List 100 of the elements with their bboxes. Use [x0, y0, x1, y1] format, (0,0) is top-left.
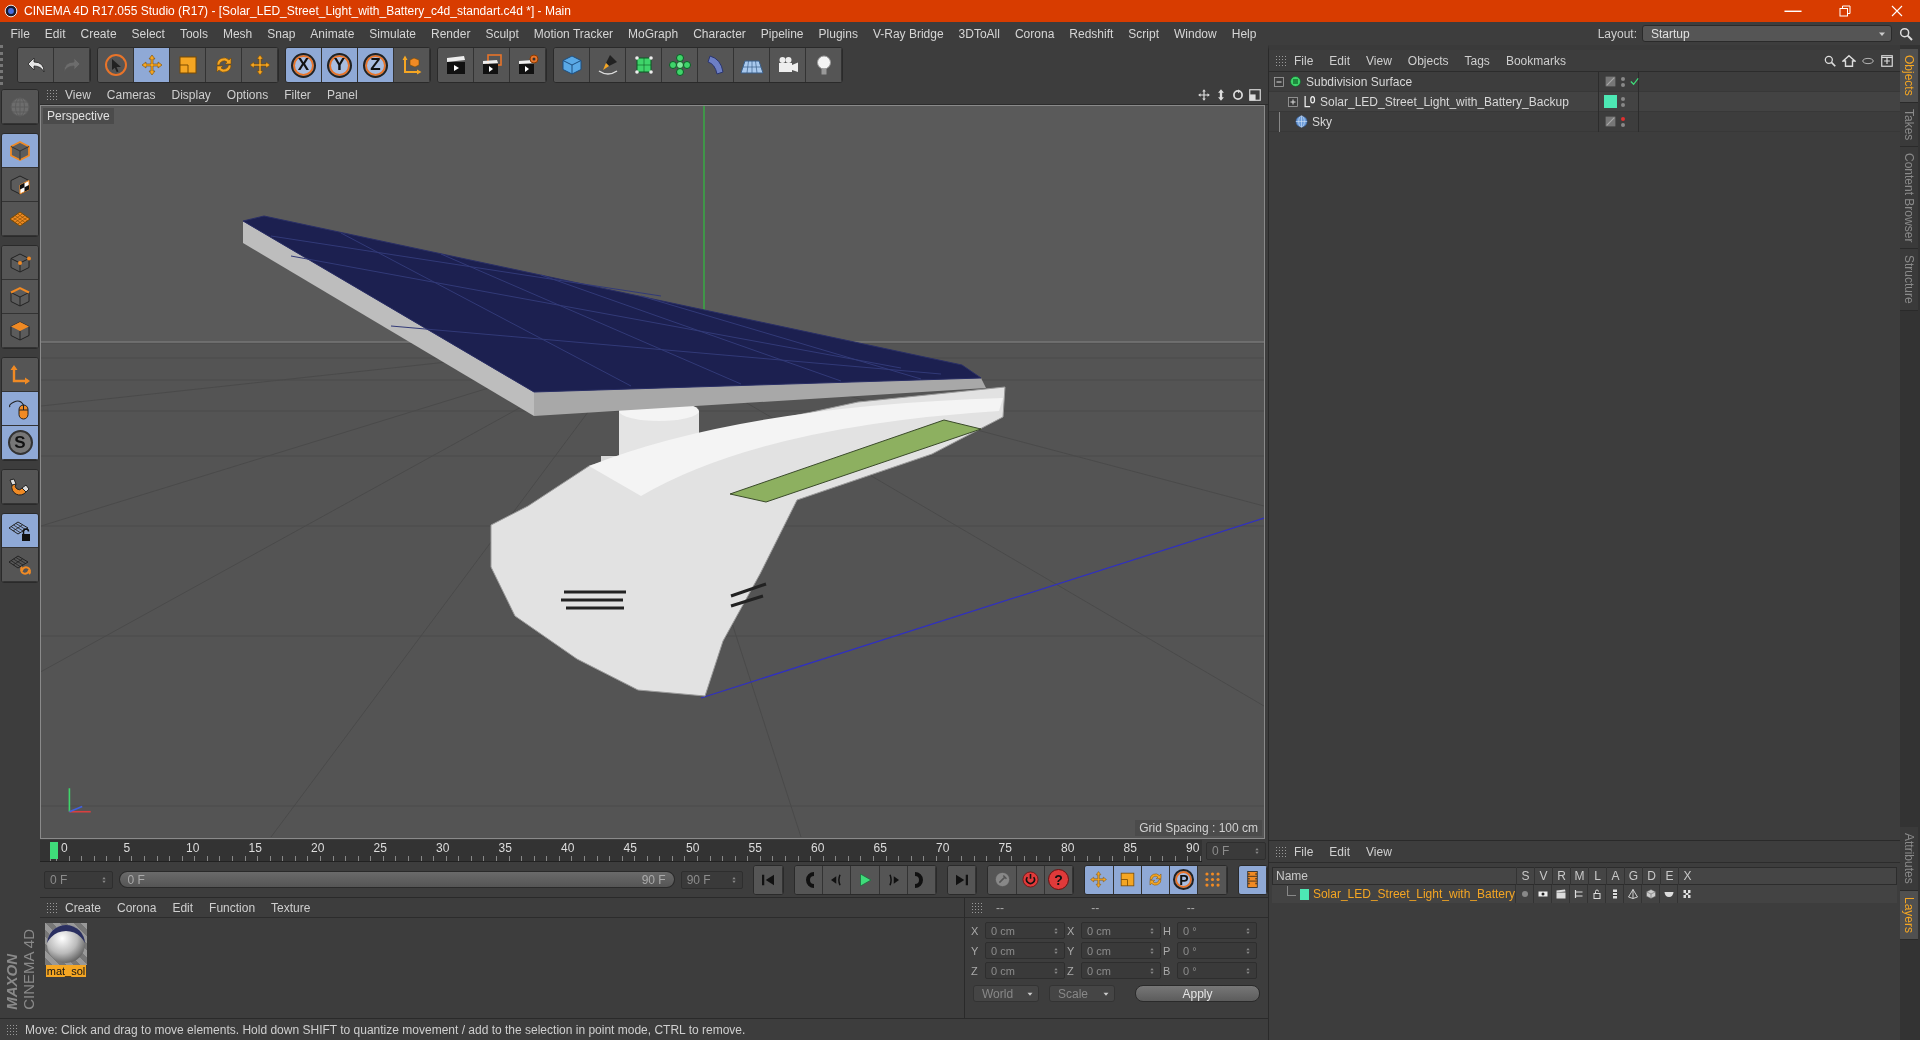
column-header[interactable]: Name [1273, 869, 1516, 883]
menu-item[interactable]: Display [163, 87, 219, 102]
home-icon[interactable] [1842, 53, 1856, 68]
previous-key-button[interactable] [794, 865, 823, 894]
render-view-button[interactable] [438, 48, 474, 82]
menu-item[interactable]: Create [73, 26, 125, 41]
panel-tab[interactable]: Objects [1900, 49, 1918, 103]
apply-button[interactable]: Apply [1135, 985, 1260, 1002]
menu-item[interactable]: V-Ray Bridge [865, 26, 952, 41]
menu-item[interactable]: File [1286, 844, 1322, 859]
menu-item[interactable]: Function [201, 900, 264, 915]
menu-item[interactable]: Corona [109, 900, 165, 915]
material-name[interactable]: mat_sol [45, 965, 87, 977]
menu-item[interactable]: Options [218, 87, 277, 102]
menu-item[interactable]: View [1358, 844, 1400, 859]
hierarchy-icon[interactable] [1572, 888, 1585, 900]
checkmark-icon[interactable] [1629, 76, 1640, 87]
menu-item[interactable]: Edit [37, 26, 74, 41]
points-mode-button[interactable] [2, 246, 38, 280]
position-field[interactable]: 0 cm [985, 962, 1065, 979]
expand-box-icon[interactable] [1287, 95, 1299, 108]
menu-item[interactable]: View [1358, 53, 1400, 68]
menu-item[interactable]: Bookmarks [1497, 53, 1574, 68]
menu-item[interactable]: Simulate [361, 26, 424, 41]
search-icon[interactable] [1823, 53, 1837, 68]
move-key-button[interactable] [1085, 865, 1114, 894]
menu-item[interactable]: Corona [1007, 26, 1062, 41]
menu-item[interactable]: Tags [1456, 53, 1498, 68]
material-thumbnail[interactable] [45, 923, 87, 965]
axis-lock-button[interactable]: Z [358, 48, 394, 82]
object-mode-button[interactable] [2, 134, 38, 168]
menu-item[interactable]: Tools [172, 26, 216, 41]
size-field[interactable]: 0 cm [1081, 922, 1161, 939]
menu-item[interactable]: Motion Tracker [526, 26, 621, 41]
move-view-icon[interactable] [1197, 87, 1211, 102]
new-panel-icon[interactable] [1880, 53, 1894, 68]
lock-workplane-button[interactable] [2, 514, 38, 548]
help-button[interactable]: ? [1045, 865, 1074, 894]
move-tool-button[interactable] [134, 48, 170, 82]
menu-item[interactable]: Edit [1321, 53, 1359, 68]
skip-to-start-button[interactable] [754, 865, 783, 894]
menu-item[interactable]: Redshift [1061, 26, 1121, 41]
menu-item[interactable]: Edit [1321, 844, 1359, 859]
scale-key-button[interactable] [1113, 865, 1142, 894]
menu-item[interactable]: 3DToAll [951, 26, 1008, 41]
rotate-view-icon[interactable] [1231, 87, 1245, 102]
visibility-dots[interactable] [1621, 76, 1625, 87]
soft-selection-button[interactable]: S [2, 426, 38, 460]
timeline-ruler[interactable]: 0 5 10 15 20 25 30 35 40 45 50 55 60 65 70 75 80 85 90 [40, 840, 1202, 862]
visibility-dots[interactable] [1621, 96, 1625, 107]
rotate-key-button[interactable] [1141, 865, 1171, 894]
menu-item[interactable]: Render [423, 26, 478, 41]
end-frame-field[interactable]: 90 F [680, 870, 744, 889]
menu-item[interactable]: Panel [318, 87, 366, 102]
skip-to-end-button[interactable] [948, 865, 977, 894]
menu-item[interactable]: Cameras [98, 87, 164, 102]
menu-item[interactable]: Plugins [811, 26, 866, 41]
menu-item[interactable]: Texture [263, 900, 319, 915]
menu-item[interactable]: Mesh [215, 26, 260, 41]
menu-item[interactable]: MoGraph [620, 26, 686, 41]
collapse-box-icon[interactable] [1273, 75, 1285, 88]
menu-item[interactable]: Filter [276, 87, 319, 102]
position-key-button[interactable]: P [1170, 865, 1199, 894]
object-name[interactable]: Sky [1312, 114, 1332, 129]
layer-color-swatch[interactable] [1299, 888, 1309, 900]
timeline-button[interactable] [1238, 865, 1267, 894]
axis-lock-button[interactable]: X [286, 48, 322, 82]
size-field[interactable]: 0 cm [1081, 962, 1161, 979]
cube-object-button[interactable] [554, 48, 590, 82]
position-field[interactable]: 0 cm [985, 922, 1065, 939]
menu-item[interactable]: Window [1166, 26, 1225, 41]
record-keys-button[interactable] [988, 865, 1017, 894]
visibility-dots[interactable] [1621, 116, 1625, 127]
maximize-view-icon[interactable] [1248, 87, 1262, 102]
menu-item[interactable]: Objects [1399, 53, 1457, 68]
rotation-field[interactable]: 0 ° [1177, 942, 1257, 959]
menu-item[interactable]: Pipeline [753, 26, 812, 41]
menu-item[interactable]: Select [124, 26, 173, 41]
menu-item[interactable]: Sculpt [477, 26, 527, 41]
tweak-mode-button[interactable] [2, 392, 38, 426]
size-field[interactable]: 0 cm [1081, 942, 1161, 959]
menu-item[interactable]: Edit [164, 900, 202, 915]
undo-button[interactable] [18, 48, 54, 82]
menu-item[interactable]: Snap [259, 26, 303, 41]
selection-tool-button[interactable] [98, 48, 134, 82]
layout-dropdown[interactable]: Startup [1642, 25, 1892, 42]
position-field[interactable]: 0 cm [985, 942, 1065, 959]
menu-item[interactable]: View [57, 87, 99, 102]
axis-lock-button[interactable]: Y [322, 48, 358, 82]
lock-icon[interactable] [1590, 888, 1603, 900]
menu-item[interactable]: File [3, 26, 38, 41]
rotation-field[interactable]: 0 ° [1177, 962, 1257, 979]
pyramid-icon[interactable] [1626, 888, 1639, 900]
cube-icon[interactable] [1644, 888, 1657, 900]
snap-button[interactable] [2, 470, 38, 504]
menu-item[interactable]: Character [685, 26, 754, 41]
panel-tab[interactable]: Layers [1900, 890, 1918, 940]
axis-mode-button[interactable] [2, 358, 38, 392]
menu-item[interactable]: Animate [302, 26, 362, 41]
menu-item[interactable]: Script [1120, 26, 1167, 41]
